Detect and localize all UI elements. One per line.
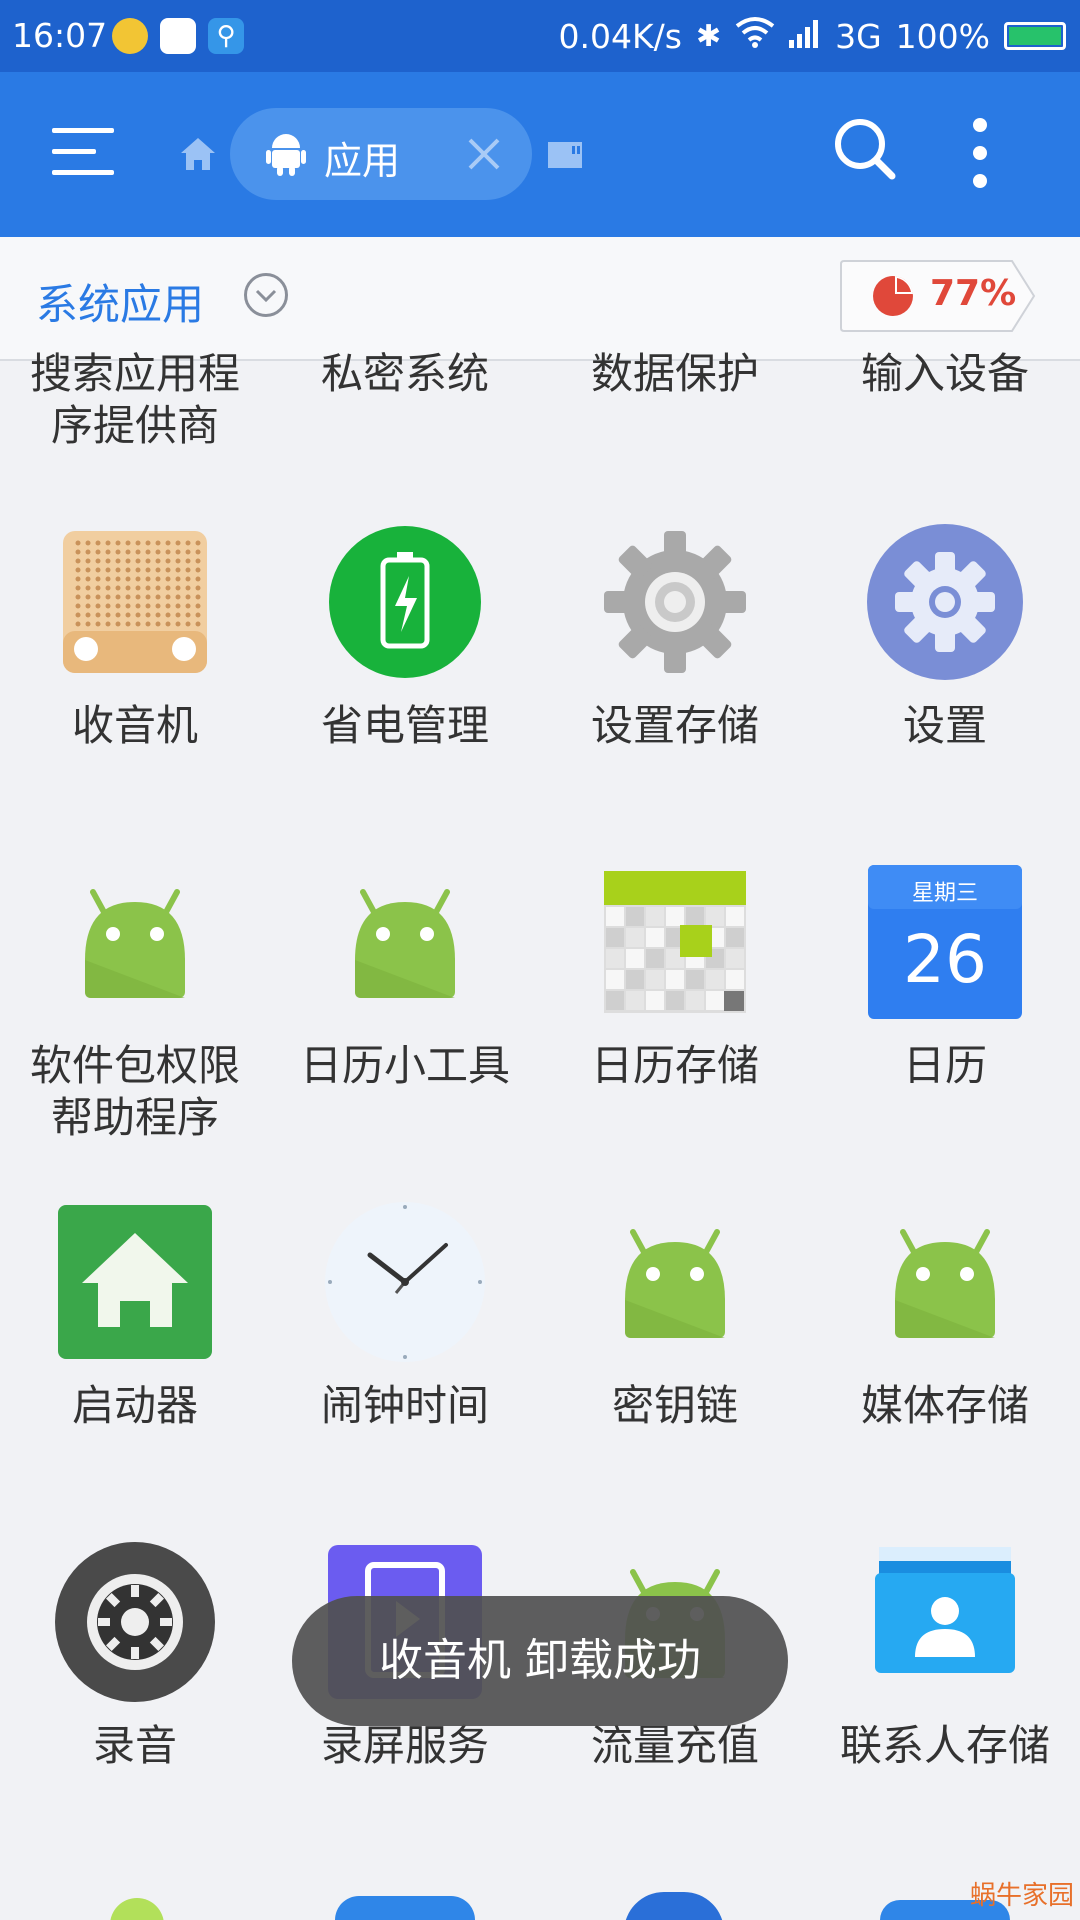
network-type: 3G	[835, 16, 882, 56]
filter-bar: 系统应用 77%	[0, 237, 1080, 361]
app-name: 媒体存储	[860, 1381, 1029, 1430]
watermark-logo: 蜗牛家园	[969, 1881, 1074, 1911]
notification-app-icon	[112, 18, 148, 54]
chevron-down-icon[interactable]	[244, 273, 288, 317]
gear-icon	[600, 527, 750, 681]
tab-label: 应用	[324, 139, 401, 183]
app-name: 省电管理	[320, 701, 489, 750]
app-name: 日历存储	[590, 1041, 759, 1090]
home-icon[interactable]	[178, 134, 218, 174]
app-name: 软件包权限 帮助程序	[29, 1041, 240, 1142]
app-name: 搜索应用程 序提供商	[29, 349, 240, 450]
android-icon	[605, 1212, 745, 1356]
toast-message: 收音机 卸载成功	[292, 1596, 788, 1726]
notification-gallery-icon	[160, 18, 196, 54]
android-icon	[266, 134, 306, 176]
status-right-group: 0.04K/s ✱ 3G 100%	[558, 16, 1066, 56]
signal-icon	[789, 17, 821, 56]
battery-percent: 100%	[895, 16, 990, 56]
app-icon	[624, 1892, 724, 1920]
android-icon	[65, 872, 205, 1016]
app-name: 录音	[92, 1721, 177, 1770]
recorder-icon	[54, 1541, 216, 1707]
app-name: 闹钟时间	[320, 1381, 489, 1430]
android-icon	[335, 872, 475, 1016]
app-name: 密钥链	[611, 1381, 738, 1430]
clock-icon	[324, 1201, 486, 1367]
filter-dropdown-label[interactable]: 系统应用	[36, 271, 204, 332]
app-name: 收音机	[71, 701, 198, 750]
wifi-icon	[735, 16, 775, 56]
status-time: 16:07	[12, 16, 108, 55]
android-icon	[875, 1212, 1015, 1356]
calendar-day: 26	[903, 921, 987, 998]
next-row-peek	[0, 1888, 1080, 1920]
menu-icon[interactable]	[52, 128, 114, 180]
tab-apps[interactable]: 应用	[230, 108, 532, 200]
app-name: 设置存储	[590, 701, 759, 750]
usb-icon: ⚲	[208, 18, 244, 54]
storage-usage-badge[interactable]: 77%	[840, 259, 1036, 333]
android-icon	[110, 1898, 164, 1920]
calendar-storage-icon	[604, 871, 746, 1017]
app-name: 启动器	[71, 1381, 198, 1430]
storage-card-icon[interactable]	[546, 138, 584, 172]
app-name: 输入设备	[860, 349, 1029, 398]
contacts-icon	[875, 1547, 1015, 1701]
app-name: 设置	[902, 701, 987, 750]
search-icon[interactable]	[832, 116, 898, 182]
app-name: 日历小工具	[299, 1041, 510, 1090]
network-speed: 0.04K/s	[558, 16, 682, 56]
bluetooth-icon: ✱	[695, 18, 722, 54]
app-name: 私密系统	[320, 349, 489, 398]
app-icon	[335, 1896, 475, 1920]
storage-percent: 77%	[930, 273, 1017, 314]
pie-chart-icon	[873, 276, 913, 316]
app-name: 录屏服务	[320, 1721, 489, 1770]
app-name: 数据保护	[590, 349, 759, 398]
settings-icon	[865, 522, 1025, 686]
app-name: 流量充值	[590, 1721, 759, 1770]
calendar-weekday: 星期三	[911, 881, 978, 906]
app-name: 联系人存储	[839, 1721, 1050, 1770]
status-bar: 16:07 ⚲ 0.04K/s ✱ 3G 100%	[0, 0, 1080, 72]
calendar-icon: 星期三 26	[868, 865, 1022, 1023]
battery-icon	[1004, 22, 1066, 50]
more-options-icon[interactable]	[970, 118, 990, 188]
app-name: 日历	[902, 1041, 987, 1090]
radio-icon	[60, 527, 210, 681]
launcher-icon	[58, 1205, 212, 1363]
battery-saver-icon	[327, 524, 483, 684]
close-tab-icon[interactable]	[462, 132, 506, 176]
app-bar: 应用	[0, 72, 1080, 237]
